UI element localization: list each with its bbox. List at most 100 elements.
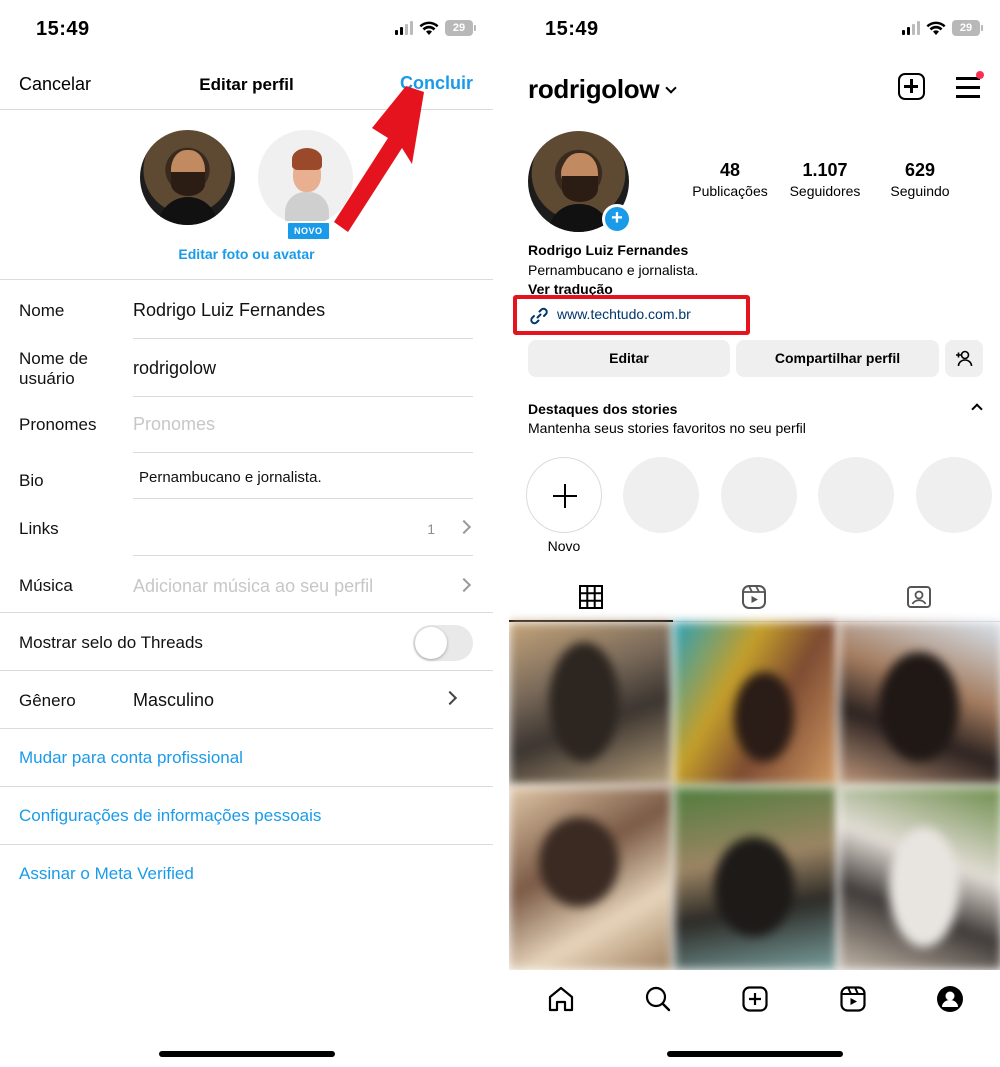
music-label: Música bbox=[19, 576, 73, 595]
new-highlight-label: Novo bbox=[547, 538, 581, 554]
edit-profile-button[interactable]: Editar bbox=[528, 340, 730, 377]
status-icons: 29 bbox=[395, 20, 476, 36]
post-thumbnail[interactable] bbox=[839, 787, 1000, 970]
search-icon[interactable] bbox=[644, 985, 672, 1013]
posts-grid bbox=[509, 622, 1000, 970]
status-bar: 15:49 29 bbox=[509, 0, 1000, 58]
name-label: Nome bbox=[19, 301, 65, 320]
status-time: 15:49 bbox=[545, 18, 599, 40]
home-indicator bbox=[666, 1051, 843, 1057]
edit-profile-screen: 15:49 29 Cancelar Editar perfil Concluir bbox=[0, 0, 493, 1067]
post-thumbnail[interactable] bbox=[674, 622, 837, 785]
stat-following-label: Seguindo bbox=[890, 183, 950, 199]
profile-screen: 15:49 29 rodrigolow + 48 Publicações 1.1… bbox=[509, 0, 1000, 1067]
switch-professional-link[interactable]: Mudar para conta profissional bbox=[0, 729, 493, 787]
profile-username[interactable]: rodrigolow bbox=[528, 74, 660, 105]
profile-link[interactable]: www.techtudo.com.br bbox=[557, 306, 691, 322]
add-person-icon bbox=[956, 350, 973, 367]
chevron-up-icon[interactable] bbox=[971, 403, 983, 415]
threads-toggle[interactable] bbox=[413, 625, 473, 661]
post-thumbnail[interactable] bbox=[674, 787, 837, 970]
username-field-row[interactable]: Nome de usuário rodrigolow bbox=[0, 339, 493, 397]
share-profile-button[interactable]: Compartilhar perfil bbox=[736, 340, 939, 377]
home-indicator bbox=[158, 1051, 335, 1057]
music-input[interactable]: Adicionar música ao seu perfil bbox=[133, 576, 373, 597]
bio-label: Bio bbox=[19, 471, 44, 490]
meta-verified-label[interactable]: Assinar o Meta Verified bbox=[19, 864, 194, 884]
post-thumbnail[interactable] bbox=[509, 787, 672, 970]
reels-icon[interactable] bbox=[839, 985, 867, 1013]
pronouns-field-row[interactable]: Pronomes Pronomes bbox=[0, 397, 493, 453]
links-label: Links bbox=[19, 519, 59, 538]
notification-dot bbox=[976, 71, 984, 79]
links-field-row[interactable]: Links 1 bbox=[0, 499, 493, 556]
username-input[interactable]: rodrigolow bbox=[133, 358, 216, 379]
new-badge: NOVO bbox=[286, 221, 331, 241]
chevron-right-icon bbox=[456, 577, 472, 593]
name-field-row[interactable]: Nome Rodrigo Luiz Fernandes bbox=[0, 281, 493, 339]
highlights-subtitle: Mantenha seus stories favoritos no seu p… bbox=[528, 420, 806, 436]
avatar-3d[interactable] bbox=[258, 130, 353, 225]
bio-text: Pernambucano e jornalista. bbox=[528, 262, 699, 278]
wifi-icon bbox=[926, 21, 946, 35]
profile-tabs bbox=[509, 572, 1000, 622]
highlight-placeholder bbox=[623, 457, 699, 533]
battery-icon: 29 bbox=[445, 20, 476, 36]
grid-icon[interactable] bbox=[578, 584, 604, 610]
highlight-placeholder bbox=[916, 457, 992, 533]
add-post-icon[interactable] bbox=[898, 73, 925, 100]
pronouns-input[interactable]: Pronomes bbox=[133, 414, 215, 435]
stat-posts[interactable]: 48 Publicações bbox=[680, 160, 780, 199]
username-label: Nome de usuário bbox=[19, 349, 88, 388]
gender-label: Gênero bbox=[19, 691, 76, 710]
signal-icon bbox=[902, 21, 920, 35]
edit-photo-link[interactable]: Editar foto ou avatar bbox=[0, 246, 493, 262]
stat-following[interactable]: 629 Seguindo bbox=[870, 160, 970, 199]
tagged-icon[interactable] bbox=[906, 584, 932, 610]
post-thumbnail[interactable] bbox=[839, 622, 1000, 785]
profile-photo-section: NOVO Editar foto ou avatar bbox=[0, 110, 493, 280]
highlight-placeholder bbox=[721, 457, 797, 533]
add-person-button[interactable] bbox=[945, 340, 983, 377]
profile-photo[interactable] bbox=[140, 130, 235, 225]
highlight-placeholder bbox=[818, 457, 894, 533]
done-button[interactable]: Concluir bbox=[400, 73, 473, 94]
create-icon[interactable] bbox=[741, 985, 769, 1013]
threads-label: Mostrar selo do Threads bbox=[19, 633, 203, 652]
pronouns-label: Pronomes bbox=[19, 415, 97, 434]
gender-value[interactable]: Masculino bbox=[133, 690, 214, 711]
bio-field-row[interactable]: Bio Pernambucano e jornalista. bbox=[0, 453, 493, 499]
chevron-right-icon bbox=[456, 519, 472, 535]
profile-icon[interactable] bbox=[936, 985, 964, 1013]
battery-icon: 29 bbox=[952, 20, 983, 36]
reels-icon[interactable] bbox=[741, 584, 767, 610]
stat-followers-label: Seguidores bbox=[789, 183, 861, 199]
link-icon bbox=[530, 307, 548, 325]
personal-info-label[interactable]: Configurações de informações pessoais bbox=[19, 806, 321, 826]
threads-badge-row[interactable]: Mostrar selo do Threads bbox=[0, 613, 493, 671]
links-count: 1 bbox=[427, 521, 435, 537]
bio-input[interactable]: Pernambucano e jornalista. bbox=[139, 469, 322, 486]
stat-posts-number: 48 bbox=[719, 160, 741, 180]
bio-name: Rodrigo Luiz Fernandes bbox=[528, 242, 689, 258]
switch-professional-label[interactable]: Mudar para conta profissional bbox=[19, 748, 243, 768]
status-icons: 29 bbox=[902, 20, 983, 36]
stat-posts-label: Publicações bbox=[692, 183, 768, 199]
home-icon[interactable] bbox=[547, 985, 575, 1013]
add-story-icon[interactable]: + bbox=[602, 204, 632, 234]
new-highlight-button[interactable] bbox=[526, 457, 602, 533]
chevron-down-icon[interactable] bbox=[665, 82, 677, 94]
personal-info-link[interactable]: Configurações de informações pessoais bbox=[0, 787, 493, 845]
music-field-row[interactable]: Música Adicionar música ao seu perfil bbox=[0, 556, 493, 613]
meta-verified-link[interactable]: Assinar o Meta Verified bbox=[0, 845, 493, 903]
post-thumbnail[interactable] bbox=[509, 622, 672, 785]
signal-icon bbox=[395, 21, 413, 35]
screenshot-composite: 15:49 29 Cancelar Editar perfil Concluir bbox=[0, 0, 1000, 1067]
gender-field-row[interactable]: Gênero Masculino bbox=[0, 671, 493, 729]
divider bbox=[493, 0, 509, 1067]
stat-followers[interactable]: 1.107 Seguidores bbox=[775, 160, 875, 199]
menu-icon[interactable] bbox=[956, 71, 984, 98]
highlights-title: Destaques dos stories bbox=[528, 401, 678, 417]
name-input[interactable]: Rodrigo Luiz Fernandes bbox=[133, 300, 325, 321]
chevron-right-icon bbox=[442, 690, 458, 706]
